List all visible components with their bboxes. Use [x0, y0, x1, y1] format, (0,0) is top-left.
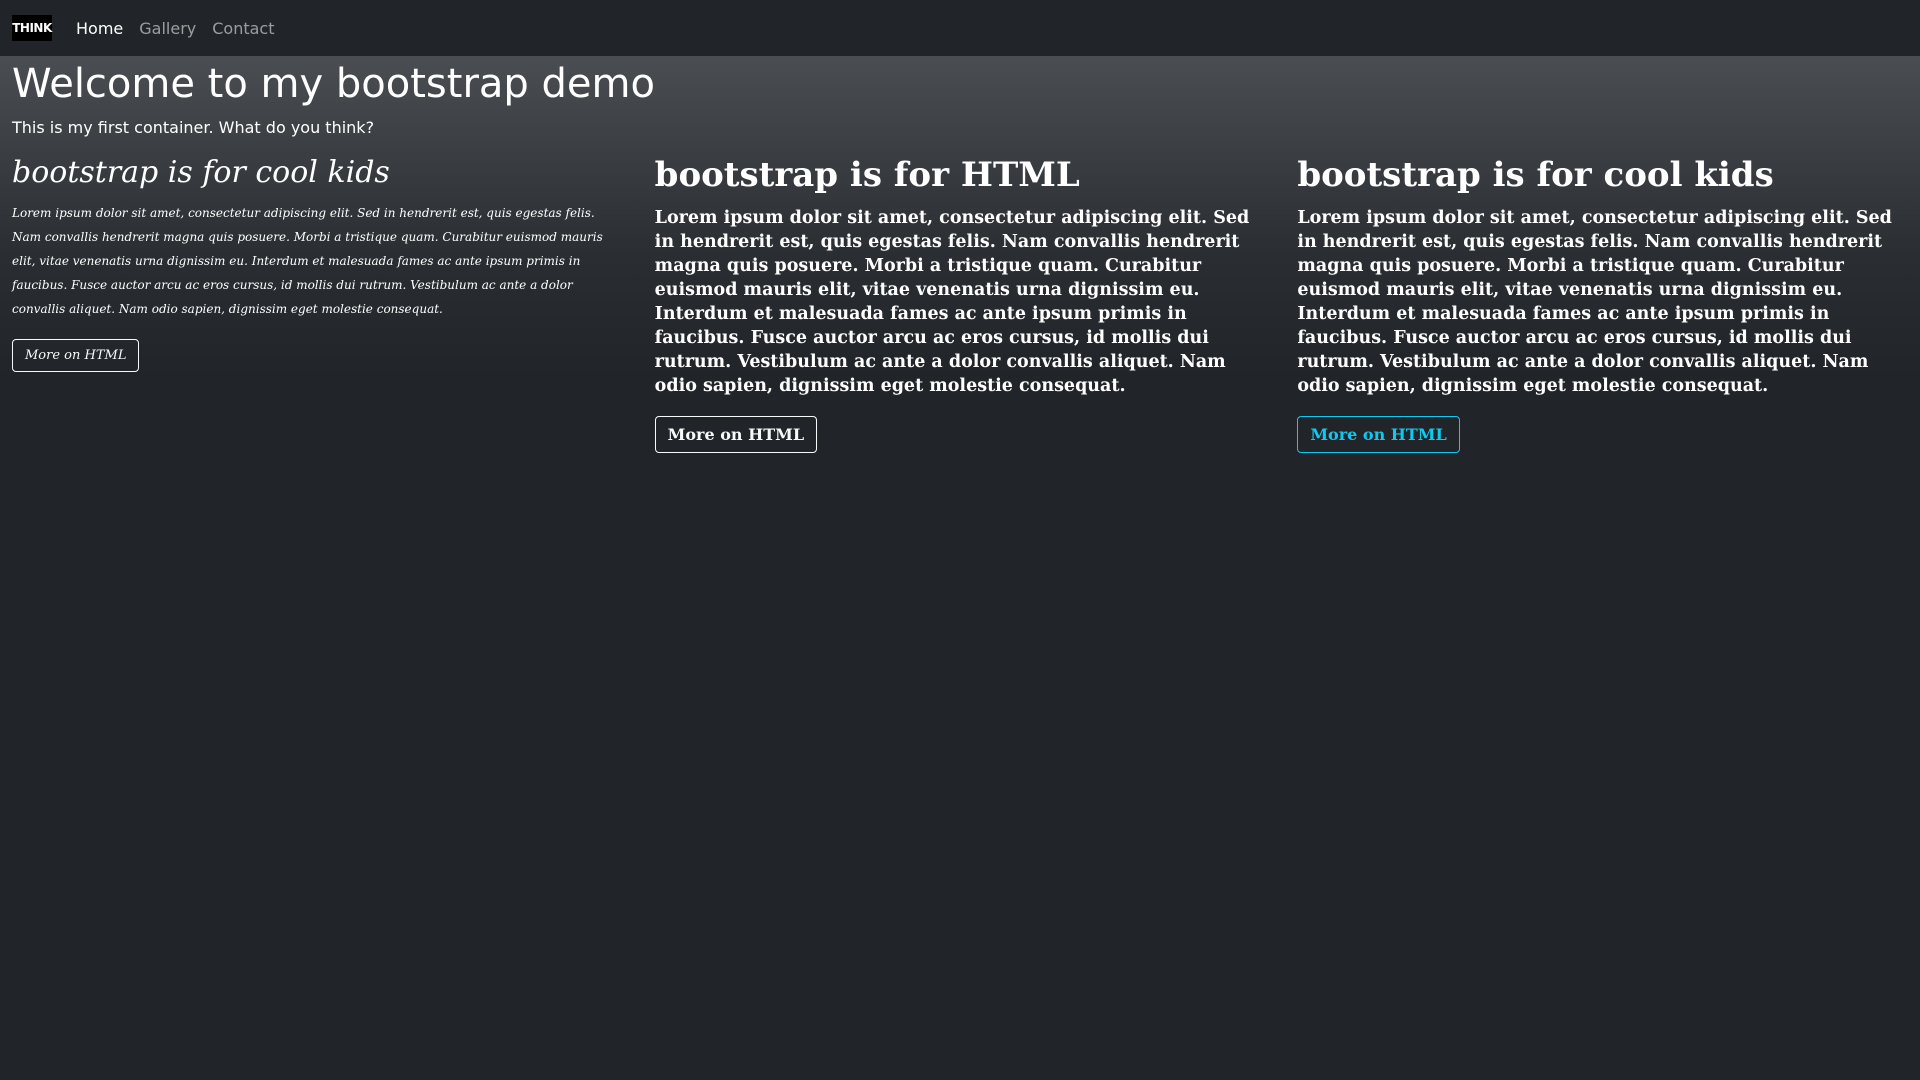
- brand-logo[interactable]: THINK: [12, 15, 52, 41]
- column-body: Lorem ipsum dolor sit amet, consectetur …: [12, 206, 603, 316]
- column-heading: bootstrap is for cool kids: [12, 155, 390, 190]
- column-heading: bootstrap is for HTML: [654, 155, 1080, 195]
- column-body: Lorem ipsum dolor sit amet, consectetur …: [1297, 207, 1892, 396]
- feature-column-html: bootstrap is for HTML Lorem ipsum dolor …: [654, 155, 1266, 453]
- column-heading: bootstrap is for cool kids: [1297, 155, 1774, 195]
- feature-row: bootstrap is for cool kids Lorem ipsum d…: [12, 155, 1908, 453]
- feature-column-cool-kids: bootstrap is for cool kids Lorem ipsum d…: [1297, 155, 1908, 453]
- more-on-html-button[interactable]: More on HTML: [1297, 415, 1460, 453]
- column-body: Lorem ipsum dolor sit amet, consectetur …: [654, 207, 1250, 396]
- feature-column-script: bootstrap is for cool kids Lorem ipsum d…: [12, 155, 623, 453]
- hero-lead: This is my first container. What do you …: [12, 118, 375, 137]
- brand-text: THINK: [12, 21, 52, 35]
- page-title: Welcome to my bootstrap demo: [12, 61, 655, 107]
- hero-section: Welcome to my bootstrap demo This is my …: [0, 56, 1920, 1080]
- nav-link-contact[interactable]: Contact: [212, 19, 274, 38]
- navbar: THINK Home Gallery Contact: [0, 0, 1920, 56]
- nav-link-home[interactable]: Home: [76, 19, 123, 38]
- more-on-html-button[interactable]: More on HTML: [654, 415, 818, 453]
- more-on-html-button[interactable]: More on HTML: [12, 339, 140, 372]
- nav-link-gallery[interactable]: Gallery: [139, 19, 196, 38]
